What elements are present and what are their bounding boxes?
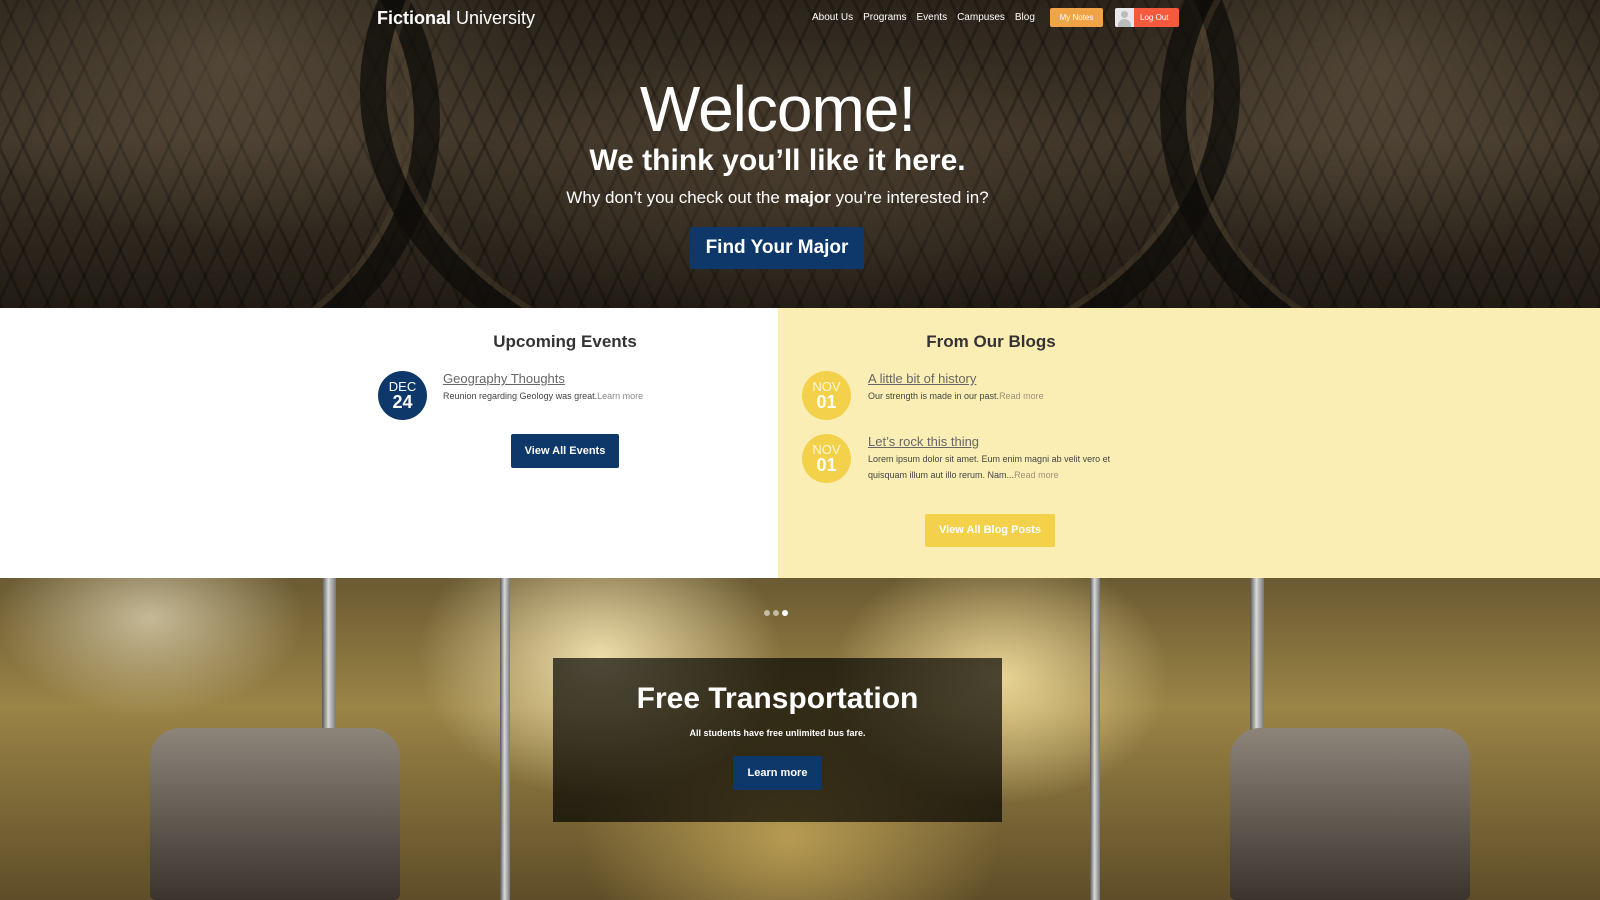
- blog-title-link[interactable]: A little bit of history: [868, 371, 976, 386]
- logo-regular-text: University: [451, 8, 536, 28]
- from-our-blogs-section: From Our Blogs NOV 01 A little bit of hi…: [778, 308, 1600, 578]
- blog-month: NOV: [812, 379, 841, 394]
- event-title-link[interactable]: Geography Thoughts: [443, 371, 565, 386]
- nav-events[interactable]: Events: [917, 12, 948, 23]
- nav-about-us[interactable]: About Us: [812, 12, 853, 23]
- hero-question: Why don’t you check out the major you’re…: [0, 188, 1555, 208]
- bus-seat-decoration: [1230, 728, 1470, 900]
- event-learn-more-link[interactable]: Learn more: [597, 391, 643, 401]
- hero-question-prefix: Why don’t you check out the: [566, 188, 785, 207]
- my-notes-button[interactable]: My Notes: [1050, 8, 1103, 27]
- blog-excerpt-text: Our strength is made in our past.: [868, 391, 1000, 401]
- slider-dot[interactable]: [773, 610, 779, 616]
- event-day: 24: [392, 392, 413, 412]
- slider-dot-active[interactable]: [782, 610, 788, 616]
- blog-date-badge[interactable]: NOV 01: [802, 371, 851, 420]
- logo-bold-text: Fictional: [377, 8, 452, 28]
- blog-day: 01: [816, 455, 837, 475]
- slide-text: All students have free unlimited bus far…: [689, 728, 866, 738]
- hero-title: Welcome!: [639, 73, 916, 145]
- blog-read-more-link[interactable]: Read more: [999, 391, 1044, 401]
- top-navigation-bar: Fictional University About Us Programs E…: [0, 0, 1600, 36]
- view-all-events-button[interactable]: View All Events: [511, 434, 619, 468]
- nav-campuses[interactable]: Campuses: [957, 12, 1005, 23]
- event-month: DEC: [388, 379, 417, 394]
- hero-banner: Fictional University About Us Programs E…: [0, 0, 1600, 308]
- slide-learn-more-button[interactable]: Learn more: [733, 756, 822, 790]
- blog-excerpt-line: Lorem ipsum dolor sit amet. Eum enim mag…: [868, 454, 1111, 464]
- upcoming-events-section: Upcoming Events DEC 24 Geography Thought…: [0, 308, 778, 578]
- hero-question-suffix: you’re interested in?: [830, 188, 989, 207]
- blog-excerpt-line: quisquam illum aut illo rerum. Nam...: [868, 470, 1015, 480]
- blog-day: 01: [816, 392, 837, 412]
- slider-pagination: [764, 610, 788, 616]
- nav-programs[interactable]: Programs: [863, 12, 906, 23]
- logout-button[interactable]: Log Out: [1115, 8, 1179, 27]
- blog-excerpt: Lorem ipsum dolor sit amet. Eum enim mag…: [868, 451, 1110, 483]
- events-heading: Upcoming Events: [493, 332, 637, 351]
- bus-pole-decoration: [1090, 578, 1100, 900]
- user-avatar-icon: [1115, 8, 1134, 27]
- blog-read-more-link[interactable]: Read more: [1014, 470, 1059, 480]
- nav-blog[interactable]: Blog: [1015, 12, 1035, 23]
- logout-label: Log Out: [1140, 13, 1169, 22]
- bus-pole-decoration: [500, 578, 510, 900]
- hero-question-bold: major: [784, 188, 831, 207]
- hero-slider: Free Transportation All students have fr…: [0, 578, 1600, 900]
- blog-title-link[interactable]: Let’s rock this thing: [868, 434, 979, 449]
- site-logo[interactable]: Fictional University: [377, 8, 535, 29]
- blog-month: NOV: [812, 442, 841, 457]
- blogs-heading: From Our Blogs: [926, 332, 1056, 351]
- bus-seat-decoration: [150, 728, 400, 900]
- event-excerpt: Reunion regarding Geology was great.Lear…: [443, 388, 643, 404]
- slider-dot[interactable]: [764, 610, 770, 616]
- main-nav: About Us Programs Events Campuses Blog: [812, 12, 1035, 23]
- view-all-blog-posts-button[interactable]: View All Blog Posts: [925, 514, 1055, 547]
- slide-caption-box: Free Transportation All students have fr…: [553, 658, 1002, 822]
- event-date-badge[interactable]: DEC 24: [378, 371, 427, 420]
- blog-excerpt: Our strength is made in our past.Read mo…: [868, 388, 1044, 404]
- slide-title: Free Transportation: [636, 682, 919, 715]
- hero-subtitle: We think you’ll like it here.: [589, 144, 966, 177]
- find-your-major-button[interactable]: Find Your Major: [690, 227, 864, 269]
- event-excerpt-text: Reunion regarding Geology was great.: [443, 391, 598, 401]
- blog-date-badge[interactable]: NOV 01: [802, 434, 851, 483]
